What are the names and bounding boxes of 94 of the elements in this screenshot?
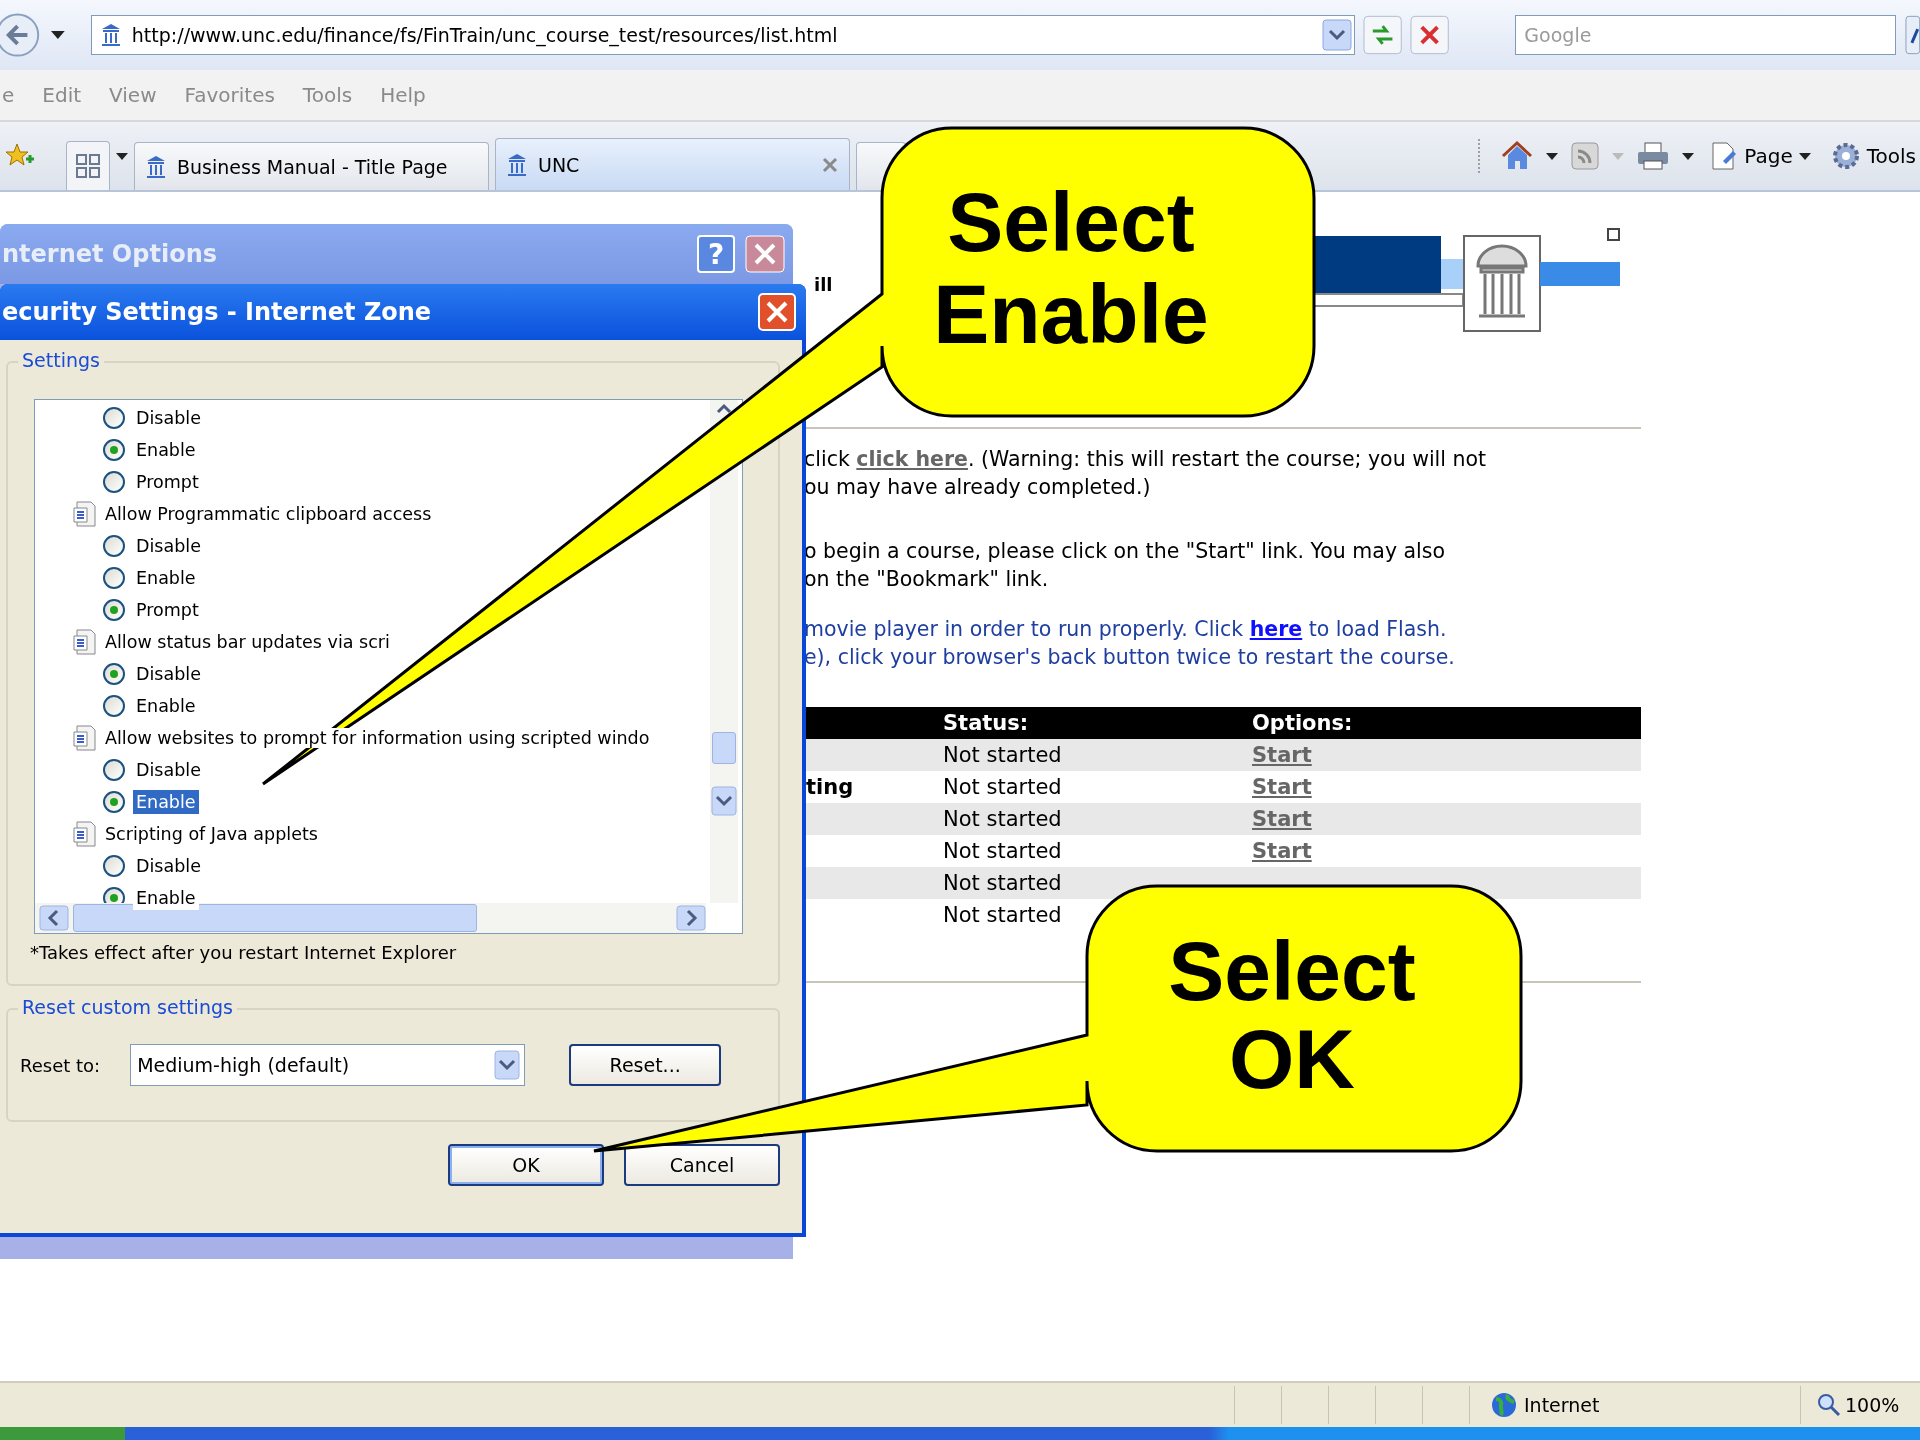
ok-button[interactable]: OK [448, 1144, 604, 1186]
script-icon [71, 820, 99, 848]
paragraph-text: click click here. (Warning: this will restart the course; you will not [804, 446, 1488, 473]
radio-button[interactable] [103, 439, 125, 461]
script-icon [71, 628, 99, 656]
tab-label: UNC [538, 153, 580, 176]
feed-icon[interactable] [1570, 141, 1601, 171]
start-link[interactable]: Start [1252, 775, 1312, 799]
script-icon [71, 724, 99, 752]
table-cell: Not started [943, 807, 1062, 831]
window-title: nternet Options [2, 240, 217, 268]
radio-button[interactable] [103, 567, 125, 589]
cancel-button[interactable]: Cancel [624, 1144, 780, 1186]
paragraph-text: ou may have already completed.) [804, 474, 1152, 501]
paragraph-text: e), click your browser's back button twice to restart the course. [804, 644, 1456, 671]
start-button[interactable] [0, 1427, 125, 1440]
radio-button[interactable] [103, 407, 125, 429]
setting-label: Allow websites to prompt for information using scripted windo [105, 728, 650, 748]
reset-level-dropdown[interactable]: Medium-high (default) [130, 1044, 526, 1086]
browser-tab[interactable]: UNC [495, 138, 850, 190]
callout-text: Select OK [1168, 924, 1416, 1106]
window-title: ecurity Settings - Internet Zone [2, 298, 432, 326]
script-icon [71, 500, 99, 528]
scrollbar-thumb[interactable] [712, 732, 736, 764]
table-cell: Not started [943, 743, 1062, 767]
caret-icon[interactable] [116, 152, 128, 160]
radio-button[interactable] [103, 663, 125, 685]
page-icon [1710, 141, 1739, 171]
toolbar-button[interactable]: Tools [1826, 139, 1920, 173]
link[interactable]: here [1249, 617, 1303, 641]
start-link[interactable]: Start [1252, 743, 1312, 767]
column-icon [99, 23, 122, 47]
radio-button[interactable] [103, 855, 125, 877]
home-icon[interactable] [1500, 140, 1535, 172]
setting-label: Allow Programmatic clipboard access [105, 504, 432, 524]
caret-icon[interactable] [51, 31, 65, 39]
start-link[interactable]: Start [1252, 807, 1312, 831]
toolbar-button[interactable]: Page [1706, 139, 1815, 173]
grid-icon [75, 153, 101, 179]
close-icon[interactable] [745, 235, 785, 273]
refresh-icon[interactable] [1362, 15, 1403, 55]
caret-icon [1798, 152, 1811, 160]
caret-icon[interactable] [1546, 152, 1559, 160]
address-field[interactable]: http://www.unc.edu/finance/fs/FinTrain/unc_course_test/resources/list.html [90, 15, 1355, 55]
setting-label: Allow status bar updates via scri [105, 632, 390, 652]
table-cell: Not started [943, 839, 1062, 863]
browser-tab[interactable]: Business Manual - Title Page [134, 142, 489, 190]
setting-label: Scripting of Java applets [105, 824, 318, 844]
search-field[interactable]: Google [1515, 15, 1897, 55]
close-icon[interactable] [758, 293, 796, 331]
close-icon[interactable] [821, 155, 839, 174]
radio-button[interactable] [103, 599, 125, 621]
column-icon [506, 152, 528, 177]
group-legend: Reset custom settings [18, 996, 237, 1018]
radio-button[interactable] [103, 759, 125, 781]
magnifier-icon [1817, 1393, 1841, 1417]
callout-text: Select Enable [933, 175, 1209, 361]
table-cell: Not started [943, 903, 1062, 927]
zone-label: Internet [1524, 1394, 1600, 1416]
table-cell: Not started [943, 775, 1062, 799]
scrollbar-thumb[interactable] [73, 904, 477, 932]
radio-button[interactable] [103, 791, 125, 813]
scrollbar[interactable] [35, 903, 706, 933]
option-label[interactable]: Enable [133, 790, 199, 814]
start-link[interactable]: Start [1252, 839, 1312, 863]
scroll-right-icon[interactable] [676, 905, 706, 931]
radio-button[interactable] [103, 535, 125, 557]
settings-list[interactable] [34, 399, 743, 934]
zoom-button[interactable]: 100% [1817, 1393, 1900, 1417]
group-legend: Settings [18, 349, 104, 371]
banner-text: ill [814, 274, 833, 295]
globe-icon [1490, 1391, 1518, 1419]
table-cell: ting [806, 775, 854, 799]
printer-icon[interactable] [1636, 141, 1671, 171]
radio-button[interactable] [103, 471, 125, 493]
paragraph-text: on the "Bookmark" link. [804, 566, 1050, 593]
paragraph-text: movie player in order to run properly. Click here to load Flash. [804, 616, 1448, 643]
quick-tabs-button[interactable] [66, 141, 110, 190]
stop-icon[interactable] [1410, 15, 1450, 55]
column-header: Status: [943, 711, 1030, 735]
scroll-down-icon[interactable] [711, 786, 737, 816]
field-label: Reset to: [20, 1054, 101, 1076]
tab-label: Business Manual - Title Page [177, 155, 448, 178]
search-icon[interactable] [1904, 15, 1920, 55]
column-icon [145, 154, 167, 179]
gear-icon [1830, 141, 1861, 171]
caret-icon[interactable] [1682, 152, 1695, 160]
radio-button[interactable] [103, 695, 125, 717]
link[interactable]: click here [856, 447, 968, 471]
reset-button[interactable]: Reset... [569, 1044, 722, 1086]
table-cell: Not started [943, 871, 1062, 895]
scroll-left-icon[interactable] [39, 905, 69, 931]
note-text: *Takes effect after you restart Internet Explorer [30, 942, 458, 963]
column-header: Options: [1252, 711, 1354, 735]
